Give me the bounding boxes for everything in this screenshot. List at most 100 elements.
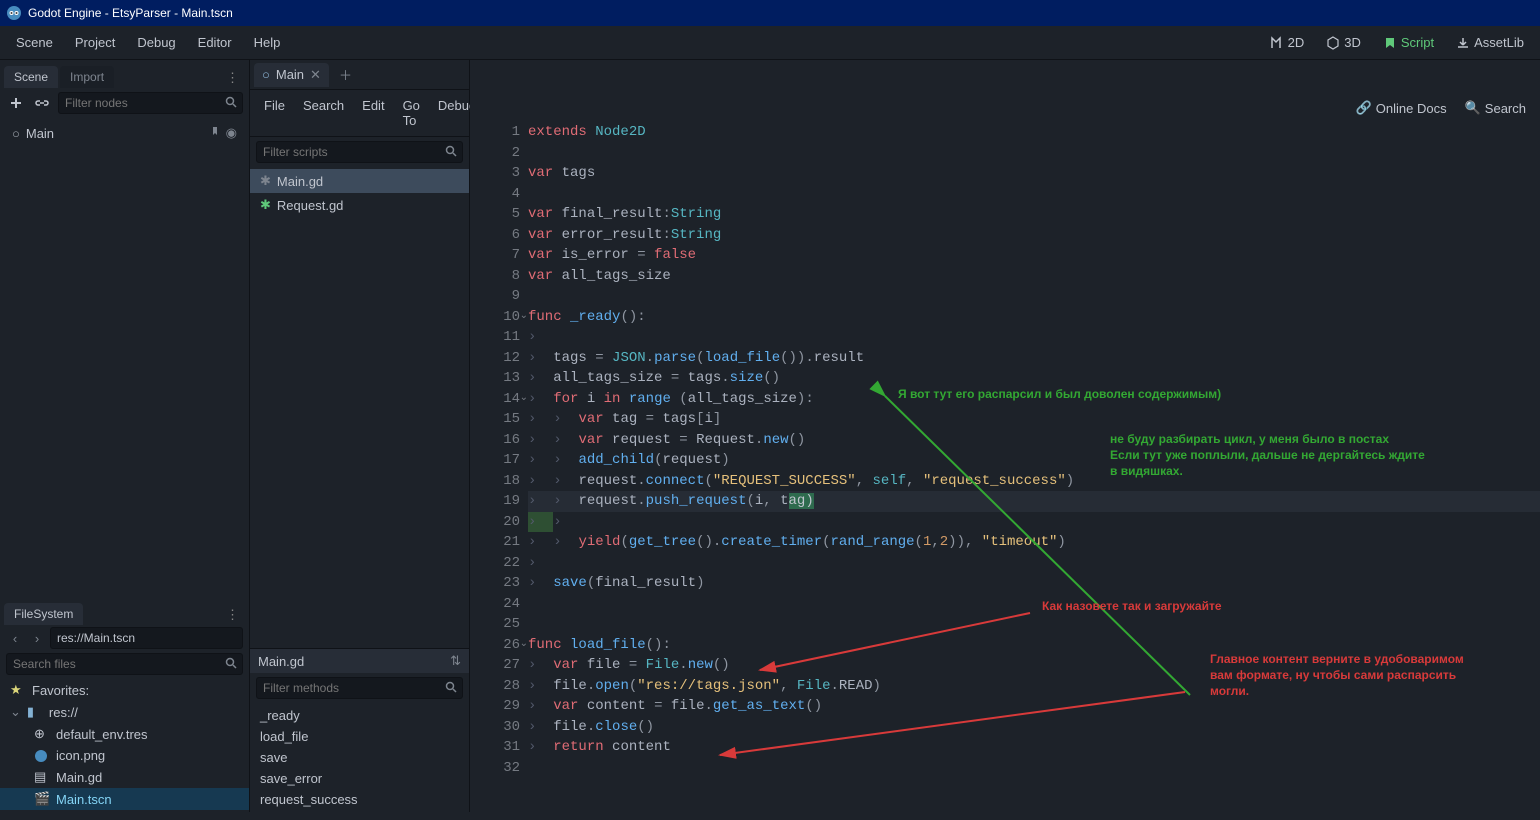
workspace-assetlib[interactable]: AssetLib	[1446, 31, 1534, 54]
fs-path-input[interactable]	[50, 627, 243, 649]
code-line[interactable]: var tags	[528, 163, 1540, 184]
menu-project[interactable]: Project	[65, 31, 125, 54]
code-line[interactable]: › › add_child(request)	[528, 450, 1540, 471]
close-tab-icon[interactable]: ✕	[310, 67, 321, 83]
code-line[interactable]: › for i in range (all_tags_size):	[528, 389, 1540, 410]
menu-help[interactable]: Help	[244, 31, 291, 54]
nav-back-icon[interactable]: ‹	[6, 631, 24, 646]
method-item[interactable]: request_success	[250, 789, 469, 810]
fs-root[interactable]: ⌄▮res://	[0, 701, 249, 723]
scene-root-label: Main	[26, 126, 54, 141]
godot-logo-icon	[6, 5, 22, 21]
script-menu-file[interactable]: File	[256, 94, 293, 132]
script-tab-main[interactable]: ○ Main ✕	[254, 63, 329, 87]
code-line[interactable]: › var content = file.get_as_text()	[528, 696, 1540, 717]
current-script-label: Main.gd	[258, 654, 304, 669]
fs-file[interactable]: ⊕default_env.tres	[0, 723, 249, 745]
code-line[interactable]: func load_file():	[528, 635, 1540, 656]
code-line[interactable]: func _ready():	[528, 307, 1540, 328]
code-line[interactable]	[528, 594, 1540, 615]
code-line[interactable]: › › var tag = tags[i]	[528, 409, 1540, 430]
method-item[interactable]: save	[250, 747, 469, 768]
code-line[interactable]: › all_tags_size = tags.size()	[528, 368, 1540, 389]
code-line[interactable]: extends Node2D	[528, 122, 1540, 143]
sort-icon[interactable]: ⇅	[450, 653, 461, 669]
filter-scripts-input[interactable]	[256, 141, 463, 163]
code-line[interactable]	[528, 614, 1540, 635]
code-line[interactable]: ›	[528, 553, 1540, 574]
link-icon[interactable]	[32, 93, 52, 113]
fs-favorites[interactable]: ★Favorites:	[0, 679, 249, 701]
script-menu-edit[interactable]: Edit	[354, 94, 392, 132]
code-line[interactable]: › › var request = Request.new()	[528, 430, 1540, 451]
dock-more-icon[interactable]: ⋮	[220, 68, 245, 88]
code-line[interactable]: var is_error = false	[528, 245, 1540, 266]
method-item[interactable]: _ready	[250, 705, 469, 726]
method-item[interactable]: load_file	[250, 726, 469, 747]
script-menu-go-to[interactable]: Go To	[395, 94, 428, 132]
code-line[interactable]: › file.open("res://tags.json", File.READ…	[528, 676, 1540, 697]
scene-ring-icon: ○	[262, 67, 270, 82]
search-icon: 🔍	[1465, 100, 1481, 116]
tab-import[interactable]: Import	[60, 66, 114, 88]
env-icon: ⊕	[34, 726, 50, 742]
code-line[interactable]: › var file = File.new()	[528, 655, 1540, 676]
code-line[interactable]: › tags = JSON.parse(load_file()).result	[528, 348, 1540, 369]
image-icon	[34, 749, 50, 763]
visibility-icon[interactable]: ◉	[226, 125, 237, 141]
gear-icon: ✱	[260, 197, 271, 213]
menu-scene[interactable]: Scene	[6, 31, 63, 54]
new-tab-icon[interactable]: ＋	[335, 61, 356, 88]
script-attached-icon[interactable]	[208, 125, 220, 141]
filter-methods-input[interactable]	[256, 677, 463, 699]
fs-file[interactable]: ▤Main.gd	[0, 766, 249, 788]
code-line[interactable]: var final_result:String	[528, 204, 1540, 225]
link-icon: 🔗	[1356, 100, 1372, 116]
code-line[interactable]: › › request.connect("REQUEST_SUCCESS", s…	[528, 471, 1540, 492]
scene-icon: 🎬	[34, 791, 50, 807]
fs-search-input[interactable]	[6, 653, 243, 675]
code-line[interactable]: › return content	[528, 737, 1540, 758]
scene-dock-tabs: Scene Import ⋮	[0, 60, 249, 88]
3d-icon	[1326, 36, 1340, 50]
script-icon: ▤	[34, 769, 50, 785]
code-line[interactable]: › file.close()	[528, 717, 1540, 738]
dock-more-icon-fs[interactable]: ⋮	[220, 605, 245, 625]
script-menu-search[interactable]: Search	[295, 94, 352, 132]
menu-debug[interactable]: Debug	[127, 31, 185, 54]
code-line[interactable]: › › yield(get_tree().create_timer(rand_r…	[528, 532, 1540, 553]
online-docs-link[interactable]: 🔗Online Docs	[1348, 96, 1455, 120]
fs-file-selected[interactable]: 🎬Main.tscn	[0, 788, 249, 810]
code-line[interactable]: var error_result:String	[528, 225, 1540, 246]
code-line[interactable]: › save(final_result)	[528, 573, 1540, 594]
filter-nodes-input[interactable]	[58, 92, 243, 114]
gear-icon: ✱	[260, 173, 271, 189]
tab-scene[interactable]: Scene	[4, 66, 58, 88]
menu-editor[interactable]: Editor	[188, 31, 242, 54]
node2d-icon: ○	[12, 126, 20, 141]
code-line[interactable]: › ›	[528, 512, 1540, 533]
main-menu-bar: SceneProjectDebugEditorHelp 2D3DScriptAs…	[0, 26, 1540, 60]
add-node-icon[interactable]	[6, 93, 26, 113]
nav-forward-icon[interactable]: ›	[28, 631, 46, 646]
assetlib-icon	[1456, 36, 1470, 50]
script-item-selected[interactable]: ✱Main.gd	[250, 169, 469, 193]
workspace-script[interactable]: Script	[1373, 31, 1444, 54]
script-item[interactable]: ✱Request.gd	[250, 193, 469, 217]
code-line[interactable]: › › request.push_request(i, tag)	[528, 491, 1540, 512]
code-line[interactable]	[528, 286, 1540, 307]
code-line[interactable]	[528, 184, 1540, 205]
code-line[interactable]: ›	[528, 327, 1540, 348]
code-line[interactable]: var all_tags_size	[528, 266, 1540, 287]
scene-tree-root[interactable]: ○ Main ◉	[4, 122, 245, 144]
window-title: Godot Engine - EtsyParser - Main.tscn	[28, 6, 233, 20]
search-help-link[interactable]: 🔍Search	[1457, 96, 1534, 120]
method-item[interactable]: save_error	[250, 768, 469, 789]
tab-filesystem[interactable]: FileSystem	[4, 603, 83, 625]
workspace-3d[interactable]: 3D	[1316, 31, 1371, 54]
folder-icon: ▮	[27, 704, 43, 720]
code-line[interactable]	[528, 758, 1540, 779]
code-line[interactable]	[528, 143, 1540, 164]
workspace-2d[interactable]: 2D	[1260, 31, 1315, 54]
fs-file[interactable]: icon.png	[0, 745, 249, 766]
